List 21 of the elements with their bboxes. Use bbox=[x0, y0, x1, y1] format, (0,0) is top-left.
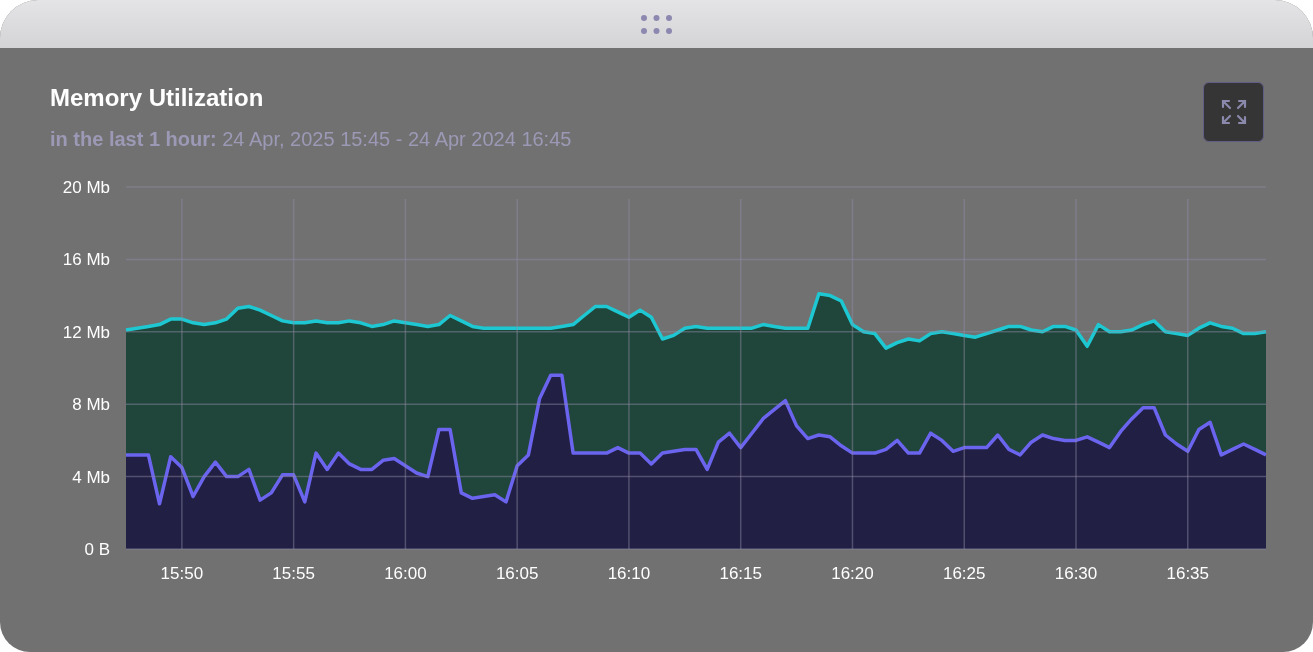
x-axis-label: 15:55 bbox=[272, 563, 315, 583]
expand-icon bbox=[1220, 99, 1247, 125]
y-axis-label: 20 Mb bbox=[62, 177, 110, 197]
x-axis-label: 16:35 bbox=[1166, 563, 1210, 583]
x-axis-label: 15:50 bbox=[160, 563, 204, 583]
x-axis-label: 16:30 bbox=[1054, 563, 1098, 583]
chart-title: Memory Utilization bbox=[50, 84, 264, 113]
y-axis-label: 4 Mb bbox=[72, 467, 110, 487]
x-axis-label: 16:20 bbox=[831, 563, 874, 583]
y-axis-label: 12 Mb bbox=[62, 322, 110, 342]
y-axis-label: 16 Mb bbox=[62, 250, 110, 270]
x-axis-label: 16:25 bbox=[942, 563, 986, 583]
x-axis-label: 16:00 bbox=[384, 563, 427, 583]
drag-handle-icon[interactable] bbox=[641, 14, 672, 34]
y-axis-label: 8 Mb bbox=[72, 395, 110, 414]
x-axis-label: 16:15 bbox=[719, 563, 762, 583]
x-axis-label: 16:05 bbox=[495, 563, 539, 583]
chart-subtitle: in the last 1 hour: 24 Apr, 2025 15:45 - 24 Apr 2024 16:45 bbox=[50, 126, 573, 151]
expand-button[interactable] bbox=[1203, 82, 1264, 142]
x-axis-label: 16:10 bbox=[607, 563, 651, 583]
y-axis-label: 0 B bbox=[84, 539, 110, 559]
